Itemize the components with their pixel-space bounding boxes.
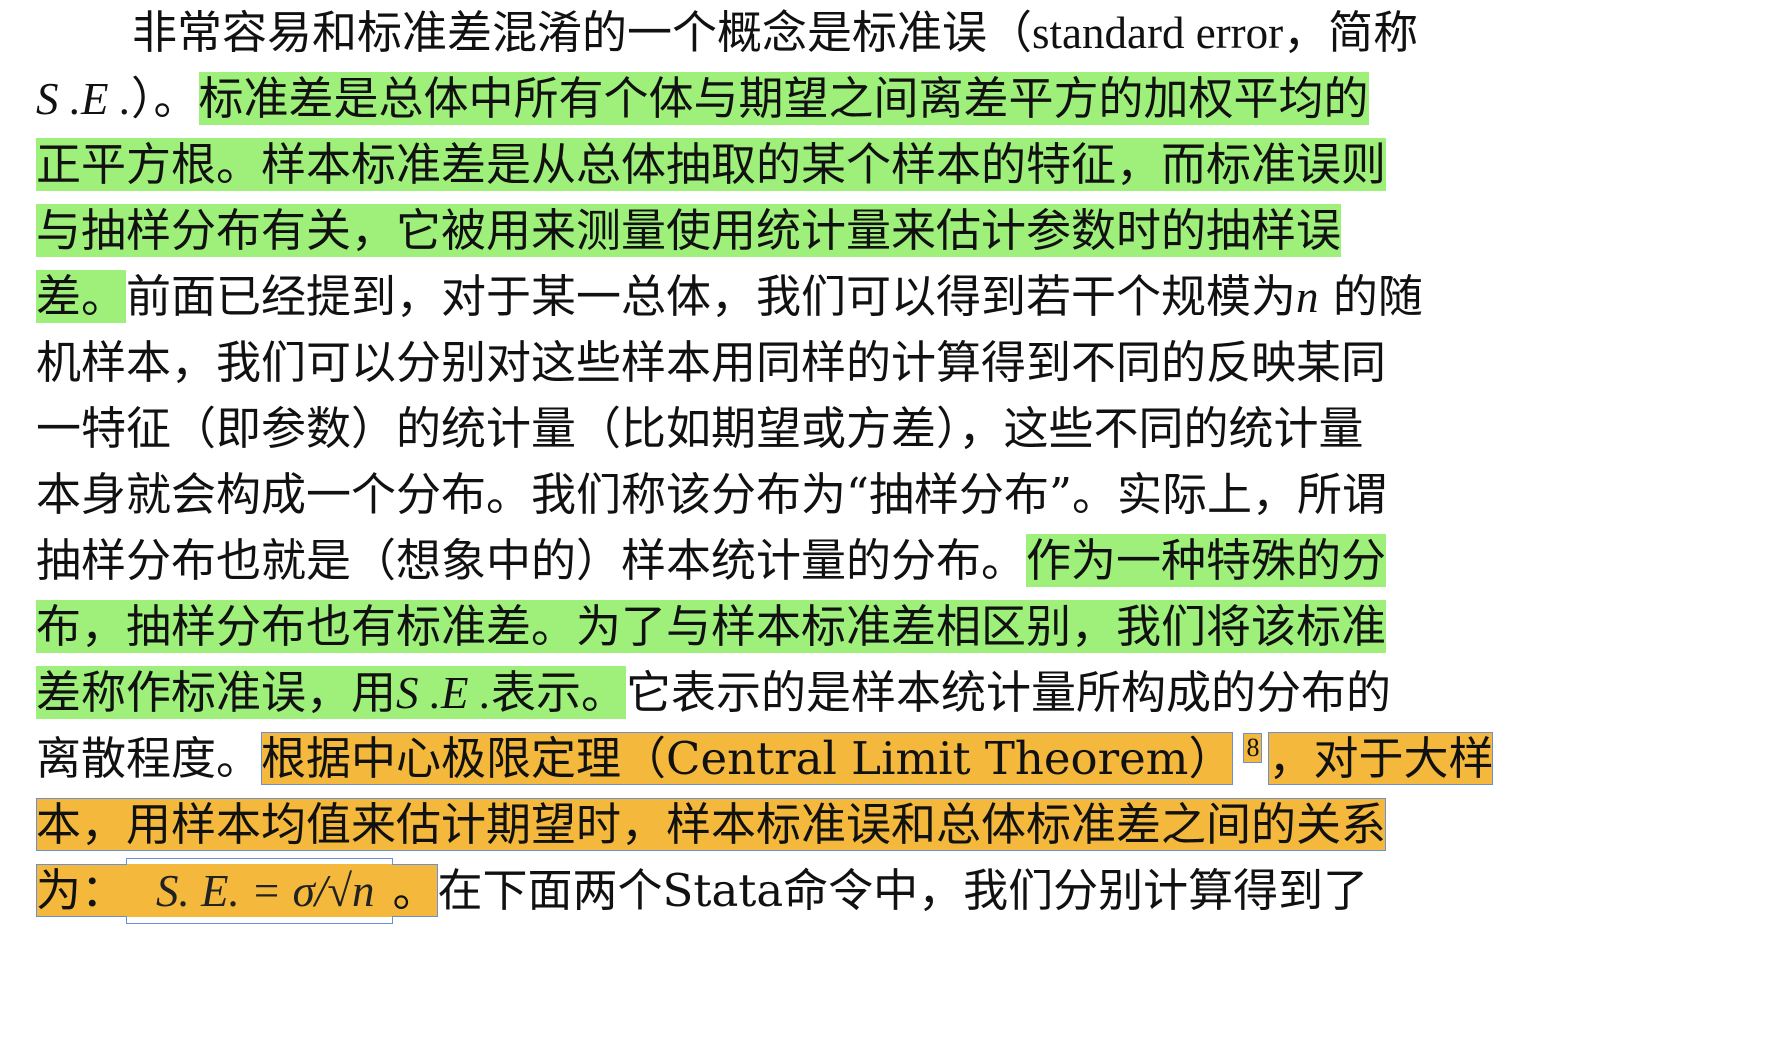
text-line-6: 机样本，我们可以分别对这些样本用同样的计算得到不同的反映某同 <box>36 336 1387 389</box>
text-line-7: 一特征（即参数）的统计量（比如期望或方差），这些不同的统计量 <box>36 402 1364 455</box>
se-symbol: S .E . <box>36 74 131 124</box>
text-line-3: 正平方根。样本标准差是从总体抽取的某个样本的特征，而标准误则 <box>36 132 1387 198</box>
text-line-10: 布，抽样分布也有标准差。为了与样本标准差相区别，我们将该标准 <box>36 594 1387 660</box>
text-line-13: 本，用样本均值来估计期望时，样本标准误和总体标准差之间的关系 <box>36 792 1387 858</box>
highlight-green[interactable]: 与抽样分布有关，它被用来测量使用统计量来估计参数时的抽样误 <box>36 204 1342 257</box>
formula-image: S. E. = σ/√n <box>156 866 375 916</box>
highlight-green[interactable]: 作为一种特殊的分 <box>1026 534 1387 587</box>
highlight-green[interactable]: 布，抽样分布也有标准差。为了与样本标准差相区别，我们将该标准 <box>36 600 1387 653</box>
highlight-orange[interactable]: 本，用样本均值来估计期望时，样本标准误和总体标准差之间的关系 <box>36 798 1387 851</box>
highlight-green[interactable]: 差称作标准误，用S .E .表示。 <box>36 666 627 719</box>
text-line-12: 离散程度。根据中心极限定理（Central Limit Theorem） 8 ，对于… <box>36 732 1494 785</box>
text-line-5: 差。前面已经提到，对于某一总体，我们可以得到若干个规模为n 的随 <box>36 270 1423 323</box>
highlight-orange[interactable]: 为： S. E. = σ/√n。 <box>36 864 438 917</box>
text-line-8: 本身就会构成一个分布。我们称该分布为“抽样分布”。实际上，所谓 <box>36 468 1388 521</box>
text-line-4: 与抽样分布有关，它被用来测量使用统计量来估计参数时的抽样误 <box>36 198 1342 264</box>
text-line-14: 为： S. E. = σ/√n 。在下面两个Stata命令中，我们分别计算得到了 <box>36 858 1368 924</box>
citation-link[interactable]: 8 <box>1243 733 1263 763</box>
text-line-9: 抽样分布也就是（想象中的）样本统计量的分布。作为一种特殊的分 <box>36 534 1387 587</box>
se-symbol: S .E . <box>396 668 492 718</box>
text-line-1: 非常容易和标准差混淆的一个概念是标准误（standard error，简称 <box>132 6 1419 59</box>
highlight-green[interactable]: 正平方根。样本标准差是从总体抽取的某个样本的特征，而标准误则 <box>36 138 1387 191</box>
highlight-orange[interactable]: 根据中心极限定理（Central Limit Theorem） <box>261 732 1234 785</box>
text-line-2: S .E .）。标准差是总体中所有个体与期望之间离差平方的加权平均的 <box>36 72 1369 125</box>
highlight-orange[interactable]: ，对于大样 <box>1268 732 1494 785</box>
text-line-11: 差称作标准误，用S .E .表示。它表示的是样本统计量所构成的分布的 <box>36 666 1392 719</box>
highlight-green[interactable]: 标准差是总体中所有个体与期望之间离差平方的加权平均的 <box>198 72 1369 125</box>
highlight-green[interactable]: 差。 <box>36 270 127 323</box>
